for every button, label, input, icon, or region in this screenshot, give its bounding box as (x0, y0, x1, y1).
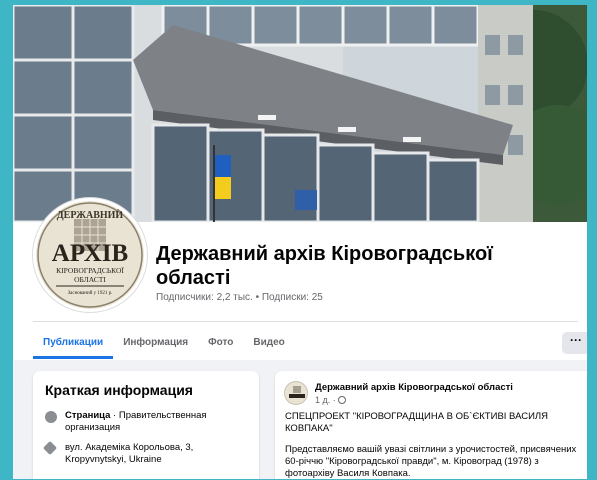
post-card: Державний архів Кіровоградської області … (275, 371, 587, 479)
page-title: Державний архів Кіровоградської області (156, 243, 493, 289)
cover-photo[interactable] (13, 5, 587, 222)
post-author-avatar[interactable] (284, 381, 308, 405)
facebook-page-frame: ДЕРЖАВНИЙ АРХІВ КІРОВОГРАДСЬКОЇ ОБЛАСТІ … (13, 5, 587, 479)
header-divider (33, 321, 578, 322)
tab-videos[interactable]: Видео (243, 329, 294, 359)
intro-address-text[interactable]: вул. Академіка Корольова, 3, Kropyvnytsk… (65, 442, 245, 466)
page-followers-stats[interactable]: Подписчики: 2,2 тыс. • Подписки: 25 (156, 292, 323, 303)
intro-card: Краткая информация Страница · Правительс… (33, 371, 259, 479)
tab-about[interactable]: Информация (113, 329, 198, 359)
logo-main-text: АРХІВ (52, 240, 128, 267)
page-tabs: Публикации Информация Фото Видео (33, 329, 295, 359)
page-avatar[interactable]: ДЕРЖАВНИЙ АРХІВ КІРОВОГРАДСЬКОЇ ОБЛАСТІ … (33, 198, 147, 312)
logo-founded-text: Заснований у 1921 р. (68, 291, 113, 296)
logo-sub-text-1: КІРОВОГРАДСЬКОЇ (56, 266, 124, 275)
globe-icon (338, 396, 347, 404)
cover-photo-image (13, 5, 587, 222)
more-options-button[interactable]: ··· (562, 332, 587, 354)
archive-logo: ДЕРЖАВНИЙ АРХІВ КІРОВОГРАДСЬКОЇ ОБЛАСТІ … (36, 201, 144, 309)
post-meta: 1 д. · (315, 395, 347, 405)
tab-photos[interactable]: Фото (198, 329, 243, 359)
logo-top-text: ДЕРЖАВНИЙ (57, 209, 124, 221)
archive-logo-image: ДЕРЖАВНИЙ АРХІВ КІРОВОГРАДСЬКОЇ ОБЛАСТІ … (37, 202, 143, 308)
post-author-name[interactable]: Державний архів Кіровоградської області (315, 382, 513, 393)
tab-posts[interactable]: Публикации (33, 329, 114, 359)
intro-category-text: Страница · Правительственная организация (65, 410, 245, 434)
intro-address-row: вул. Академіка Корольова, 3, Kropyvnytsk… (42, 440, 245, 466)
intro-title: Краткая информация (45, 382, 193, 398)
intro-category-label: Страница (65, 410, 111, 421)
info-icon (45, 411, 57, 423)
intro-category-row: Страница · Правительственная организация (45, 410, 245, 434)
logo-sub-text-2: ОБЛАСТІ (74, 275, 106, 284)
post-title: СПЕЦПРОЕКТ "КІРОВОГРАДЩИНА В ОБ`ЄКТИВІ В… (285, 411, 548, 434)
archive-logo-small (286, 383, 307, 404)
post-body: Представляємо вашій увазі світлини з уро… (285, 444, 577, 479)
location-icon (42, 440, 58, 456)
post-time[interactable]: 1 д. · (315, 395, 338, 405)
